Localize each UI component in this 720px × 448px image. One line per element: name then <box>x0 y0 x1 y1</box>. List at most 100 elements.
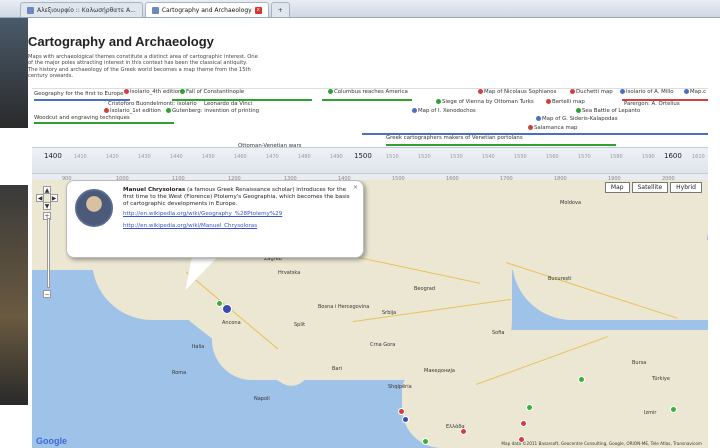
google-logo: Google <box>36 436 67 446</box>
wikipedia-link-geography[interactable]: http://en.wikipedia.org/wiki/Geography_%… <box>123 211 282 217</box>
map-marker[interactable] <box>398 408 405 415</box>
map-label: Split <box>294 322 306 328</box>
map-label: Italia <box>192 344 205 350</box>
map-marker[interactable] <box>422 438 429 445</box>
year-label: 1520 <box>418 154 431 160</box>
year-label: 1410 <box>74 154 87 160</box>
year-label: 1600 <box>664 152 682 160</box>
event-label: Map.c <box>690 89 707 95</box>
year-label: 1580 <box>610 154 623 160</box>
browser-tab-active[interactable]: Cartography and Archaeology x <box>144 2 269 17</box>
zoom-out-button[interactable]: − <box>43 290 51 298</box>
timeline-event[interactable]: Bertelli map <box>546 99 585 106</box>
timeline-event[interactable]: Isolario of A. Millo <box>620 89 674 96</box>
event-dot <box>620 89 625 94</box>
event-label: Woodcut and engraving techniques <box>34 115 130 121</box>
timeline-event[interactable]: Columbus reaches America <box>328 89 408 96</box>
map-marker[interactable] <box>578 376 585 383</box>
timeline-event[interactable]: Map.c <box>684 89 706 96</box>
tab-label: Cartography and Archaeology <box>161 6 252 14</box>
page-title: Cartography and Archaeology <box>28 34 214 49</box>
map-label: Napoli <box>254 396 270 402</box>
timeline-event[interactable]: Duchetti map <box>570 89 613 96</box>
map-type-map-button[interactable]: Map <box>604 182 630 193</box>
year-label: 1510 <box>386 154 399 160</box>
event-label: Duchetti map <box>576 89 613 95</box>
year-label: 1590 <box>642 154 655 160</box>
year-label: 1570 <box>578 154 591 160</box>
close-tab-icon[interactable]: x <box>254 6 262 14</box>
timeline[interactable]: Geography for the first to Europe Isolar… <box>32 88 708 188</box>
close-icon[interactable]: × <box>352 184 359 191</box>
map-marker[interactable] <box>460 428 467 435</box>
page-content: Cartography and Archaeology Maps with ar… <box>28 18 708 448</box>
event-dot <box>180 89 185 94</box>
event-label: Geography for the first to Europe <box>34 91 124 97</box>
map-type-hybrid-button[interactable]: Hybrid <box>670 182 702 193</box>
pan-up-icon[interactable]: ▲ <box>43 186 51 194</box>
wikipedia-link-chrysoloras[interactable]: http://en.wikipedia.org/wiki/Manuel_Chry… <box>123 223 257 229</box>
timeline-event[interactable]: Siege of Vienna by Ottoman Turks <box>436 99 534 106</box>
event-dot <box>570 89 575 94</box>
year-label: 1540 <box>482 154 495 160</box>
pan-left-icon[interactable]: ◀ <box>36 194 44 202</box>
map-label: Македонија <box>424 368 455 374</box>
event-label: Isolario of A. Millo <box>626 89 674 95</box>
timeline-event[interactable]: Map of I. Xenodochos <box>412 108 476 115</box>
map-label: Shqipëria <box>388 384 412 390</box>
background-strip <box>0 185 28 405</box>
year-label: 1480 <box>298 154 311 160</box>
zoom-slider[interactable] <box>47 218 50 288</box>
map-label: Türkiye <box>652 376 670 382</box>
browser-tab[interactable]: Αλεξιουρφίο :: Καλωσήρθατε Α... <box>20 2 143 17</box>
map-label: București <box>548 276 572 282</box>
timeline-event[interactable]: Salamanca map <box>528 125 577 132</box>
event-label: Leonardo da Vinci <box>204 101 253 107</box>
year-label: 1560 <box>546 154 559 160</box>
map-marker[interactable] <box>222 304 232 314</box>
timeline-span-bar <box>322 99 412 101</box>
timeline-event[interactable]: Leonardo da Vinci <box>204 101 252 108</box>
map-label: Bursa <box>632 360 647 366</box>
timeline-event[interactable]: Isolario_1st edition <box>104 108 161 115</box>
timeline-event[interactable]: Geography for the first to Europe <box>34 91 124 98</box>
land-area <box>472 330 708 448</box>
map-marker[interactable] <box>670 406 677 413</box>
event-label: Gutenberg: invention of printing <box>172 108 260 114</box>
map-label: Moldova <box>560 200 582 206</box>
timeline-event[interactable]: Parergon: A. Ortelius <box>624 101 680 108</box>
page-icon <box>27 6 34 14</box>
map-marker[interactable] <box>402 416 409 423</box>
timeline-event[interactable]: Gutenberg: invention of printing <box>166 108 259 115</box>
timeline-year-band[interactable]: 1400 1410 1420 1430 1440 1450 1460 1470 … <box>32 147 708 173</box>
year-label: 1440 <box>170 154 183 160</box>
map-marker[interactable] <box>526 404 533 411</box>
event-dot <box>124 89 129 94</box>
browser-tab-bar: Αλεξιουρφίο :: Καλωσήρθατε Α... Cartogra… <box>0 0 720 18</box>
event-dot <box>576 108 581 113</box>
map-marker[interactable] <box>520 420 527 427</box>
timeline-event[interactable]: Map of Nicolaus Sophianos <box>478 89 556 96</box>
map-label: Beograd <box>414 286 436 292</box>
map-type-satellite-button[interactable]: Satellite <box>631 182 669 193</box>
timeline-span-bar <box>386 144 616 146</box>
timeline-event[interactable]: Isolario_4th edition <box>124 89 181 96</box>
timeline-event[interactable]: Fall of Constantinople <box>180 89 244 96</box>
info-bubble: Manuel Chrysoloras (a famous Greek Renai… <box>66 180 364 258</box>
screenshot: Αλεξιουρφίο :: Καλωσήρθατε Α... Cartogra… <box>0 0 720 448</box>
pan-right-icon[interactable]: ▶ <box>50 194 58 202</box>
timeline-event[interactable]: Map of G. Sideris-Kalapodas <box>536 116 618 123</box>
timeline-event[interactable]: Cristoforo Buondelmonti: Isolario <box>108 101 197 108</box>
timeline-event[interactable]: Greek cartographers makers of Venetian p… <box>386 135 523 142</box>
event-dot <box>436 99 441 104</box>
pan-down-icon[interactable]: ▼ <box>43 202 51 210</box>
map-view[interactable]: Moldova Hrvatska Srbija Bosna i Hercegov… <box>32 180 708 448</box>
new-tab-button[interactable]: + <box>270 2 290 17</box>
background-strip <box>0 18 28 128</box>
timeline-event[interactable]: Woodcut and engraving techniques <box>34 115 130 122</box>
map-label: Sofia <box>492 330 505 336</box>
timeline-event[interactable]: Sea Battle of Lepanto <box>576 108 640 115</box>
event-label: Map of G. Sideris-Kalapodas <box>542 116 618 122</box>
event-label: Salamanca map <box>534 125 578 131</box>
year-label: 1460 <box>234 154 247 160</box>
